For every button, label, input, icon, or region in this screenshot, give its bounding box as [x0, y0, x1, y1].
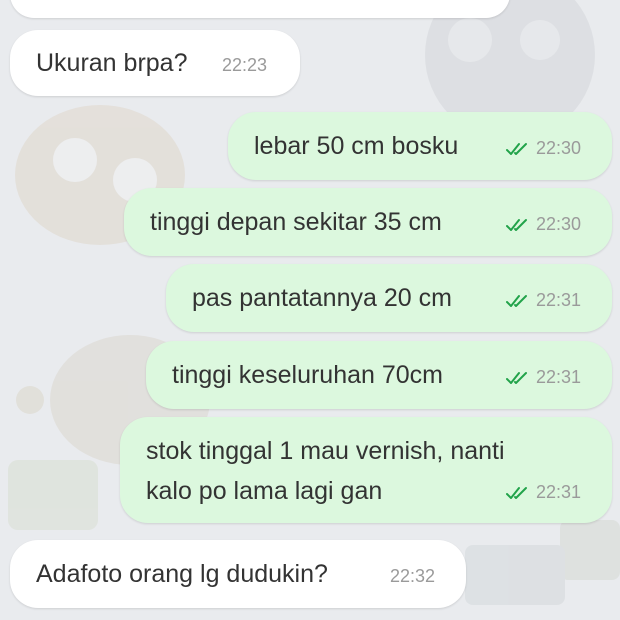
message-text: tinggi keseluruhan 70cm [172, 361, 443, 389]
message-text-line-1: stok tinggal 1 mau vernish, nanti [146, 437, 505, 465]
message-time: 22:23 [222, 55, 268, 75]
message-text: pas pantatannya 20 cm [192, 284, 452, 312]
message-text: lebar 50 cm bosku [254, 132, 459, 160]
message-bubble-incoming[interactable]: Ukuran brpa? 22:23 [10, 30, 300, 96]
message-bubble-outgoing[interactable]: stok tinggal 1 mau vernish, nanti kalo p… [120, 417, 612, 523]
message-time: 22:31 [536, 290, 582, 310]
double-check-icon [506, 218, 527, 231]
message-time: 22:31 [536, 367, 582, 387]
message-time: 22:31 [536, 482, 582, 502]
double-check-icon [506, 294, 527, 307]
message-time: 22:32 [390, 566, 436, 586]
message-bubble-incoming[interactable]: Adafoto orang lg dudukin? 22:32 [10, 540, 466, 608]
message-bubble-outgoing[interactable]: tinggi depan sekitar 35 cm 22:30 [124, 188, 612, 256]
message-text: Adafoto orang lg dudukin? [36, 560, 328, 588]
message-time: 22:30 [536, 214, 582, 234]
message-time: 22:30 [536, 138, 582, 158]
message-text: tinggi depan sekitar 35 cm [150, 208, 442, 236]
message-text-line-2: kalo po lama lagi gan [146, 477, 383, 505]
message-bubble-outgoing[interactable]: pas pantatannya 20 cm 22:31 [166, 264, 612, 332]
message-bubble-outgoing[interactable]: lebar 50 cm bosku 22:30 [228, 112, 612, 180]
double-check-icon [506, 486, 527, 499]
message-text: Ukuran brpa? [36, 49, 188, 77]
message-bubble-outgoing[interactable]: tinggi keseluruhan 70cm 22:31 [146, 341, 612, 409]
double-check-icon [506, 371, 527, 384]
message-bubble-incoming-partial [10, 0, 510, 18]
double-check-icon [506, 142, 527, 155]
